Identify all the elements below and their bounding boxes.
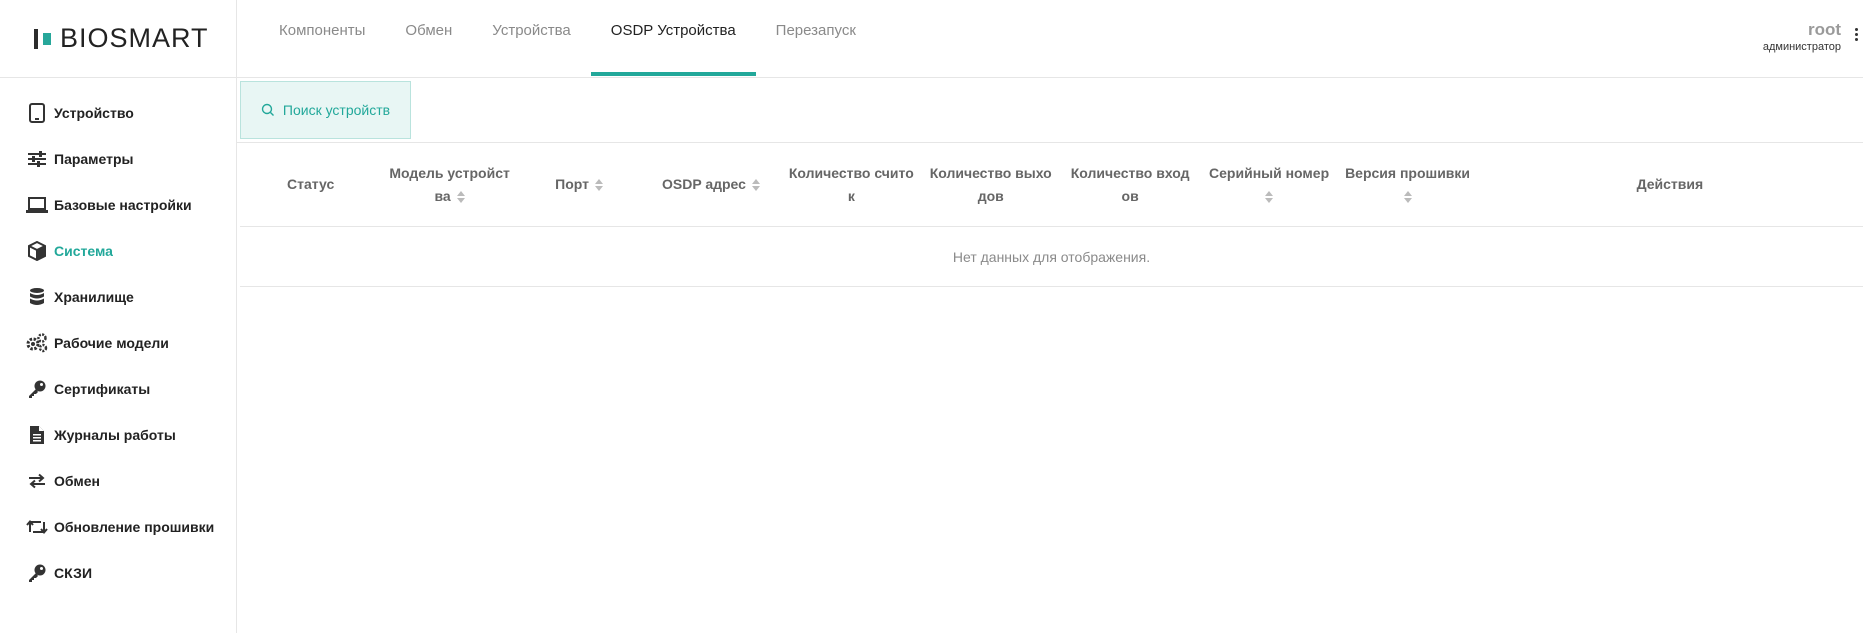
sidebar-item-label: СКЗИ (54, 565, 93, 581)
table-header: Статус Модель устройст ва Порт OSDP адре… (240, 143, 1863, 227)
sidebar-item-work-logs[interactable]: Журналы работы (0, 412, 236, 458)
tab-restart[interactable]: Перезапуск (756, 0, 876, 78)
column-header-label: Количество выхо (929, 164, 1052, 181)
sidebar-nav: Устройство Параметры Базовые настройки С… (0, 78, 236, 596)
column-header-actions: Действия (1477, 143, 1863, 227)
app-window: BIOSMART Устройство Параметры Базовые на… (0, 0, 1863, 633)
main-content: Поиск устройств Статус Модель устройст в… (237, 78, 1863, 633)
tab-bar: Компоненты Обмен Устройства OSDP Устройс… (237, 0, 1863, 78)
sidebar-item-exchange[interactable]: Обмен (0, 458, 236, 504)
more-vertical-icon[interactable] (1853, 26, 1859, 43)
sidebar-item-firmware-update[interactable]: Обновление прошивки (0, 504, 236, 550)
column-header-label-cont: дов (977, 187, 1004, 204)
exchange-icon (26, 470, 48, 492)
user-role: администратор (1762, 41, 1841, 53)
sidebar-item-basic-settings[interactable]: Базовые настройки (0, 182, 236, 228)
sort-icon[interactable] (456, 190, 465, 203)
column-header-label-cont: ва (434, 187, 451, 204)
logo: BIOSMART (0, 0, 236, 78)
sidebar-item-work-models[interactable]: Рабочие модели (0, 320, 236, 366)
sort-icon[interactable] (595, 179, 604, 192)
column-header-label-cont: к (847, 187, 855, 204)
column-header-label: Количество вход (1070, 164, 1190, 181)
column-header-label-cont: ов (1121, 187, 1139, 204)
sort-icon[interactable] (751, 179, 760, 192)
search-devices-label: Поиск устройств (282, 102, 391, 118)
sidebar-item-label: Сертификаты (54, 381, 151, 397)
search-icon (261, 103, 275, 117)
column-header-label: Версия прошивки (1345, 164, 1471, 181)
devices-table: Статус Модель устройст ва Порт OSDP адре… (240, 143, 1863, 287)
column-header-label: Серийный номер (1209, 164, 1330, 181)
logo-text: BIOSMART (60, 23, 209, 53)
sidebar: BIOSMART Устройство Параметры Базовые на… (0, 0, 237, 633)
sidebar-item-device[interactable]: Устройство (0, 90, 236, 136)
column-header-port[interactable]: Порт (518, 143, 640, 227)
tab-osdp-devices[interactable]: OSDP Устройства (590, 0, 756, 78)
top-bar: Компоненты Обмен Устройства OSDP Устройс… (237, 0, 1863, 78)
column-header-label: Количество счито (788, 164, 914, 181)
database-icon (26, 286, 48, 308)
column-header-firmware-version[interactable]: Версия прошивки (1338, 143, 1476, 227)
sidebar-item-label: Обмен (54, 473, 100, 489)
user-name: root (1807, 20, 1841, 39)
key-icon (26, 378, 48, 400)
gears-icon (26, 332, 48, 354)
sort-icon[interactable] (1265, 190, 1274, 203)
sort-icon[interactable] (1403, 190, 1412, 203)
sidebar-item-label: Система (54, 243, 113, 259)
search-devices-button[interactable]: Поиск устройств (240, 81, 411, 139)
sidebar-item-label: Хранилище (54, 289, 134, 305)
tablet-icon (26, 102, 48, 124)
sidebar-item-label: Журналы работы (54, 427, 176, 443)
file-icon (26, 424, 48, 446)
tab-components[interactable]: Компоненты (259, 0, 385, 78)
column-header-input-count: Количество вход ов (1060, 143, 1199, 227)
column-header-reader-count: Количество счито к (782, 143, 921, 227)
retweet-icon (26, 516, 48, 538)
column-header-label: Модель устройст (389, 164, 510, 181)
column-header-label: Статус (287, 176, 335, 192)
sidebar-item-parameters[interactable]: Параметры (0, 136, 236, 182)
sidebar-item-label: Базовые настройки (54, 197, 192, 213)
sidebar-item-system[interactable]: Система (0, 228, 236, 274)
tab-exchange[interactable]: Обмен (385, 0, 472, 78)
column-header-label: Порт (555, 176, 590, 192)
sidebar-item-certificates[interactable]: Сертификаты (0, 366, 236, 412)
logo-mark (34, 28, 54, 49)
column-header-osdp-address[interactable]: OSDP адрес (640, 143, 781, 227)
tab-devices[interactable]: Устройства (472, 0, 590, 78)
sidebar-item-label: Параметры (54, 151, 134, 167)
sidebar-item-storage[interactable]: Хранилище (0, 274, 236, 320)
user-info[interactable]: root администратор (1762, 20, 1858, 53)
column-header-device-model[interactable]: Модель устройст ва (381, 143, 518, 227)
key-icon (26, 562, 48, 584)
laptop-icon (26, 194, 48, 216)
toolbar: Поиск устройств (237, 78, 1863, 143)
column-header-label: OSDP адрес (662, 176, 746, 192)
sidebar-item-label: Устройство (54, 105, 134, 121)
column-header-serial-number[interactable]: Серийный номер (1200, 143, 1338, 227)
sidebar-item-skzi[interactable]: СКЗИ (0, 550, 236, 596)
empty-table-message: Нет данных для отображения. (240, 227, 1863, 287)
cube-icon (26, 240, 48, 262)
sidebar-item-label: Обновление прошивки (54, 519, 215, 535)
column-header-label: Действия (1636, 176, 1704, 192)
sliders-icon (26, 148, 48, 170)
column-header-output-count: Количество выхо дов (921, 143, 1060, 227)
sidebar-item-label: Рабочие модели (54, 335, 169, 351)
column-header-status: Статус (240, 143, 381, 227)
